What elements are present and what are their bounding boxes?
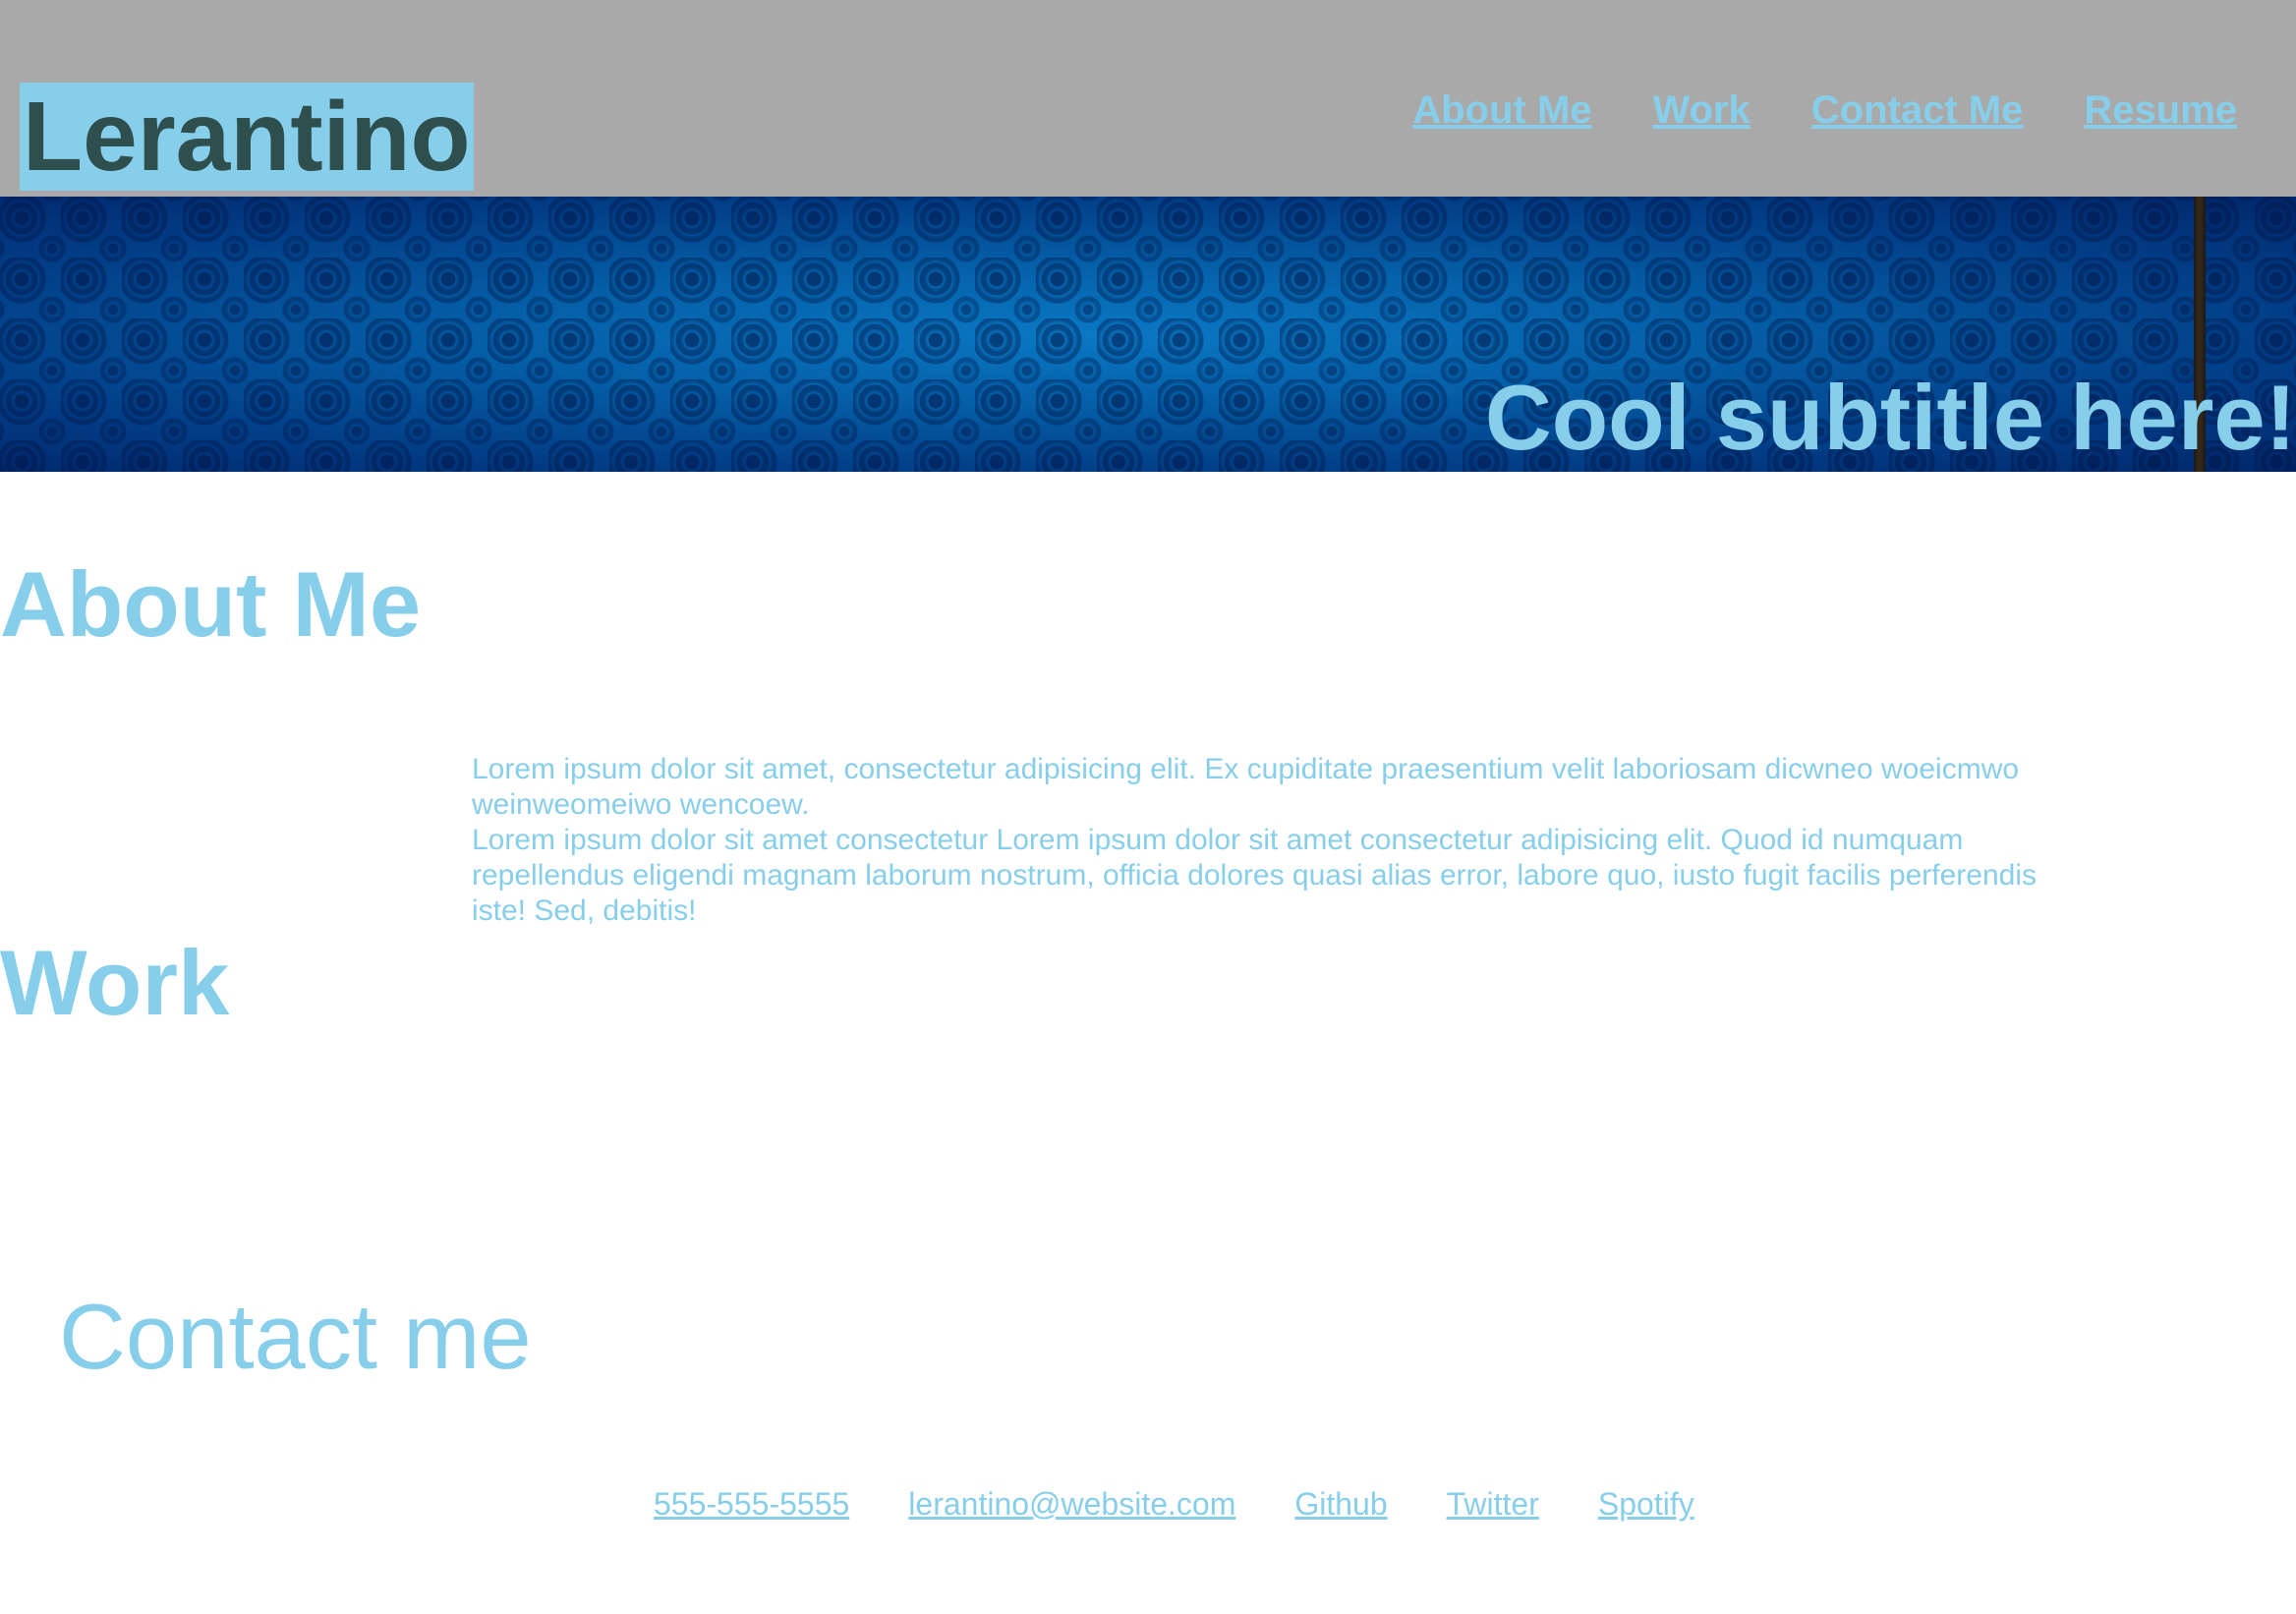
banner-subtitle: Cool subtitle here! — [1484, 366, 2296, 469]
work-heading: Work — [0, 931, 230, 1034]
contact-links: 555-555-5555 lerantino@website.com Githu… — [654, 1484, 1694, 1524]
main-nav: About Me Work Contact Me Resume — [1412, 88, 2237, 132]
nav-link-about-me[interactable]: About Me — [1412, 88, 1591, 132]
site-header: Lerantino About Me Work Contact Me Resum… — [0, 0, 2296, 197]
contact-link-github[interactable]: Github — [1294, 1484, 1387, 1524]
contact-link-twitter[interactable]: Twitter — [1447, 1484, 1539, 1524]
nav-link-resume[interactable]: Resume — [2084, 88, 2237, 132]
nav-link-work[interactable]: Work — [1653, 88, 1751, 132]
about-heading: About Me — [0, 552, 422, 656]
site-logo[interactable]: Lerantino — [20, 83, 474, 191]
contact-link-email[interactable]: lerantino@website.com — [908, 1484, 1235, 1524]
about-text: Lorem ipsum dolor sit amet, consectetur … — [472, 752, 2044, 929]
about-paragraph-2: Lorem ipsum dolor sit amet consectetur L… — [472, 824, 2037, 927]
hero-banner: Cool subtitle here! — [0, 197, 2296, 472]
nav-link-contact-me[interactable]: Contact Me — [1811, 88, 2024, 132]
contact-heading: Contact me — [59, 1285, 532, 1388]
about-paragraph-1: Lorem ipsum dolor sit amet, consectetur … — [472, 753, 2020, 821]
contact-link-spotify[interactable]: Spotify — [1598, 1484, 1694, 1524]
contact-link-phone[interactable]: 555-555-5555 — [654, 1484, 849, 1524]
